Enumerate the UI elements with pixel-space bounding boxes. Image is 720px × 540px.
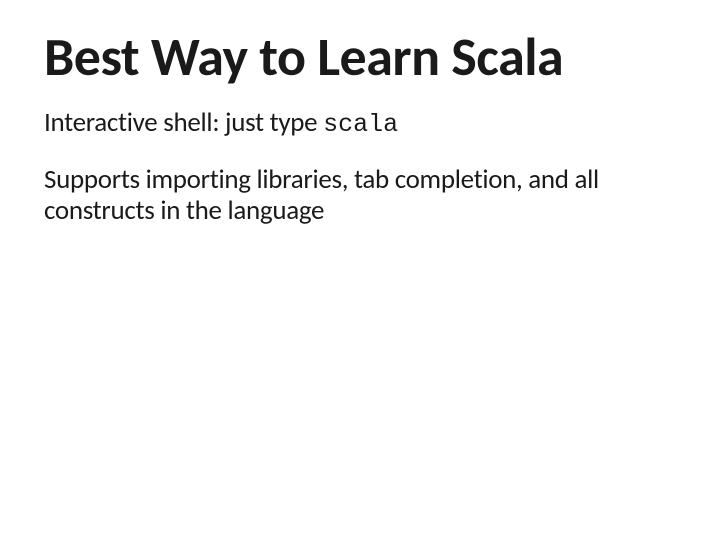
slide-line-2: Supports importing libraries, tab comple… xyxy=(44,164,676,226)
line1-text: Interactive shell: just type xyxy=(44,106,323,139)
inline-code: scala xyxy=(323,110,398,139)
slide: Best Way to Learn Scala Interactive shel… xyxy=(0,0,720,540)
slide-line-1: Interactive shell: just type scala xyxy=(44,107,676,140)
slide-title: Best Way to Learn Scala xyxy=(44,28,676,87)
